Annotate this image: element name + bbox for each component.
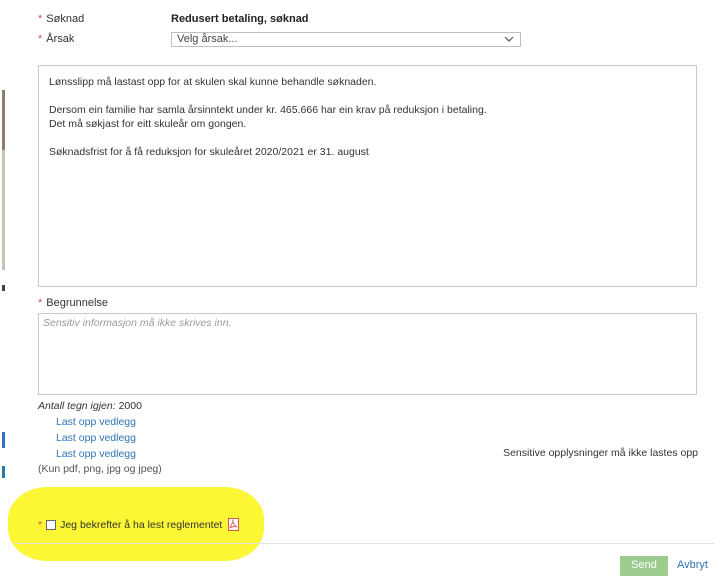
- arsak-select-value: Velg årsak...: [177, 33, 238, 45]
- soknad-label: * Søknad: [38, 13, 85, 25]
- required-marker: *: [38, 297, 43, 309]
- info-line: Søknadsfrist for å få reduksjon for skul…: [49, 146, 369, 158]
- info-line: Dersom ein familie har samla årsinntekt …: [49, 104, 487, 116]
- edge-mark: [2, 150, 5, 270]
- footer-divider: [14, 543, 714, 544]
- upload-link[interactable]: Last opp vedlegg: [56, 432, 136, 444]
- char-counter: Antall tegn igjen: 2000: [38, 400, 142, 412]
- send-button[interactable]: Send: [620, 556, 668, 576]
- counter-label: Antall tegn igjen:: [38, 400, 116, 412]
- begrunnelse-textarea[interactable]: Sensitiv informasjon må ikke skrives inn…: [38, 313, 697, 395]
- edge-mark: [2, 466, 5, 478]
- edge-mark: [2, 432, 5, 448]
- info-line: Lønsslipp må lastast opp for at skulen s…: [49, 76, 377, 88]
- confirm-checkbox[interactable]: [46, 519, 57, 530]
- cancel-link[interactable]: Avbryt: [677, 559, 708, 571]
- info-line: Det må søkjast for eitt skuleår om gonge…: [49, 118, 247, 130]
- file-types-note: (Kun pdf, png, jpg og jpeg): [38, 463, 162, 475]
- upload-link[interactable]: Last opp vedlegg: [56, 448, 136, 460]
- arsak-select[interactable]: Velg årsak...: [171, 32, 521, 47]
- left-edge-strip: [0, 0, 14, 571]
- confirm-label[interactable]: Jeg bekrefter å ha lest reglementet: [60, 519, 222, 531]
- info-box: Lønsslipp må lastast opp for at skulen s…: [38, 65, 697, 287]
- required-marker: *: [38, 518, 43, 531]
- chevron-down-icon: [504, 34, 514, 48]
- sensitive-note: Sensitive opplysninger må ikke lastes op…: [503, 447, 698, 459]
- begrunnelse-placeholder: Sensitiv informasjon må ikke skrives inn…: [43, 317, 232, 329]
- soknad-value: Redusert betaling, søknad: [171, 13, 309, 25]
- required-marker: *: [38, 13, 43, 25]
- begrunnelse-label: * Begrunnelse: [38, 297, 109, 309]
- counter-value: 2000: [118, 400, 142, 412]
- upload-link[interactable]: Last opp vedlegg: [56, 416, 136, 428]
- required-marker: *: [38, 33, 43, 45]
- confirm-row: * Jeg bekrefter å ha lest reglementet: [38, 518, 240, 531]
- pdf-icon[interactable]: [228, 518, 240, 531]
- arsak-label: * Årsak: [38, 33, 75, 45]
- edge-mark: [2, 285, 5, 291]
- edge-mark: [2, 90, 5, 150]
